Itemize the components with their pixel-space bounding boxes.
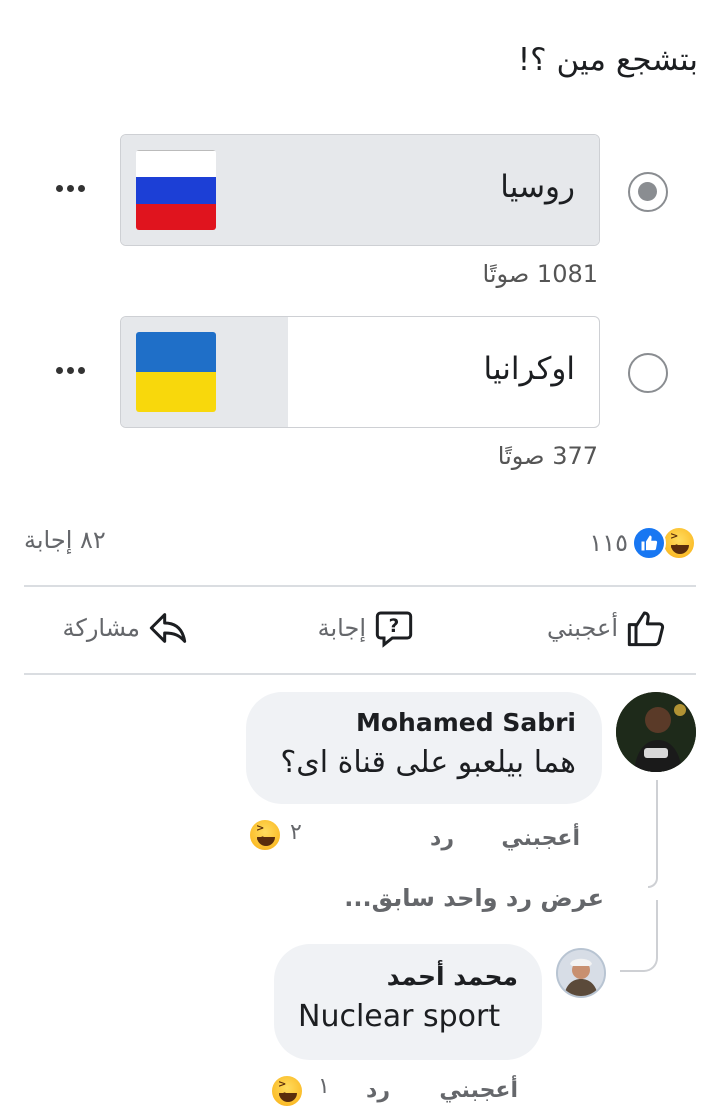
divider bbox=[24, 585, 696, 587]
reply-avatar[interactable] bbox=[556, 948, 606, 998]
option-1-votes: 1081 صوتًا bbox=[482, 260, 598, 288]
reply-reaction-count: ١ bbox=[318, 1074, 330, 1099]
reply-like-button[interactable]: أعجبني bbox=[439, 1078, 518, 1103]
poll-option-ukraine[interactable]: اوكرانيا bbox=[120, 316, 600, 428]
view-previous-replies[interactable]: عرض رد واحد سابق... bbox=[344, 884, 604, 912]
reply-avatar-photo bbox=[558, 950, 604, 996]
share-icon bbox=[149, 613, 187, 643]
poll-question: بتشجع مين ؟! bbox=[517, 42, 698, 78]
reply-author[interactable]: محمد أحمد bbox=[298, 962, 518, 991]
option-2-more-icon[interactable] bbox=[56, 362, 89, 378]
like-button[interactable]: أعجبني bbox=[547, 608, 666, 648]
answers-count[interactable]: ٨٢ إجابة bbox=[24, 526, 106, 554]
thread-line bbox=[648, 780, 658, 888]
share-label: مشاركة bbox=[62, 614, 140, 642]
option-2-label: اوكرانيا bbox=[483, 351, 576, 387]
option-1-label: روسيا bbox=[500, 169, 575, 205]
reply-thread-line bbox=[620, 900, 658, 972]
action-bar: أعجبني ? إجابة مشاركة bbox=[0, 600, 720, 660]
like-label: أعجبني bbox=[547, 614, 618, 642]
russia-flag-icon bbox=[136, 150, 216, 230]
answer-label: إجابة bbox=[317, 614, 366, 642]
poll-option-russia[interactable]: روسيا bbox=[120, 134, 600, 246]
svg-text:?: ? bbox=[389, 616, 400, 637]
option-1-radio[interactable] bbox=[628, 172, 668, 212]
option-2-votes: 377 صوتًا bbox=[497, 442, 598, 470]
radio-selected-dot bbox=[638, 182, 657, 201]
reply-text: Nuclear sport bbox=[298, 999, 501, 1034]
reply-bubble: محمد أحمد Nuclear sport bbox=[274, 944, 542, 1060]
comment-author[interactable]: Mohamed Sabri bbox=[272, 708, 576, 737]
comment-like-button[interactable]: أعجبني bbox=[501, 826, 580, 851]
haha-reaction-icon[interactable] bbox=[270, 1074, 304, 1108]
comment-bubble: Mohamed Sabri هما بيلعبو على قناة اى؟ bbox=[246, 692, 602, 804]
haha-reaction-icon[interactable] bbox=[248, 818, 282, 852]
option-2-radio[interactable] bbox=[628, 353, 668, 393]
comment-text: هما بيلعبو على قناة اى؟ bbox=[280, 745, 576, 780]
like-icon bbox=[627, 611, 665, 647]
reaction-count[interactable]: ١١٥ bbox=[589, 526, 696, 560]
avatar[interactable] bbox=[616, 692, 696, 772]
avatar-photo bbox=[616, 692, 696, 772]
comment-reply-button[interactable]: رد bbox=[430, 826, 454, 851]
reactions-summary: ٨٢ إجابة ١١٥ bbox=[0, 524, 720, 564]
reply-reply-button[interactable]: رد bbox=[366, 1078, 390, 1103]
like-reaction-icon bbox=[632, 526, 666, 560]
ukraine-flag-icon bbox=[136, 332, 216, 412]
answer-button[interactable]: ? إجابة bbox=[318, 608, 414, 648]
haha-reaction-icon bbox=[662, 526, 696, 560]
reaction-count-number: ١١٥ bbox=[589, 529, 628, 557]
share-button[interactable]: مشاركة bbox=[63, 608, 188, 648]
question-bubble-icon: ? bbox=[375, 611, 413, 648]
option-1-more-icon[interactable] bbox=[56, 180, 89, 196]
divider bbox=[24, 673, 696, 675]
comment-reaction-count: ٢ bbox=[290, 820, 302, 845]
